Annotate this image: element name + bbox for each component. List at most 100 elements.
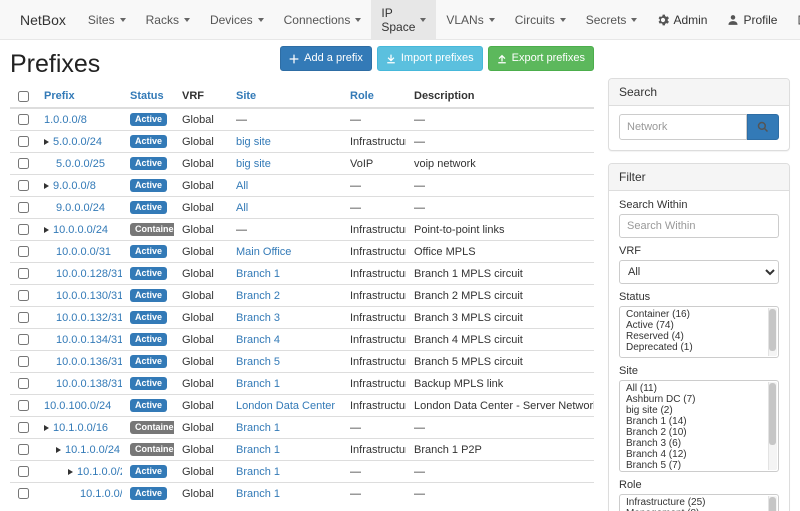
- prefix-link[interactable]: 10.0.0.0/31: [56, 246, 111, 258]
- row-checkbox[interactable]: [18, 158, 29, 169]
- nav-item-secrets[interactable]: Secrets: [576, 0, 648, 39]
- prefix-link[interactable]: 10.0.0.136/31: [56, 356, 122, 368]
- search-input[interactable]: [619, 114, 747, 140]
- nav-item-racks[interactable]: Racks: [136, 0, 200, 39]
- description-cell: Branch 1 MPLS circuit: [406, 263, 594, 285]
- filter-option[interactable]: Active (74): [620, 320, 767, 331]
- status-listbox[interactable]: Container (16)Active (74)Reserved (4)Dep…: [619, 306, 779, 358]
- row-checkbox[interactable]: [18, 268, 29, 279]
- role-listbox[interactable]: Infrastructure (25)Management (8)Private…: [619, 494, 779, 511]
- row-checkbox[interactable]: [18, 488, 29, 499]
- prefix-link[interactable]: 10.0.100.0/24: [44, 400, 111, 412]
- site-link[interactable]: Branch 2: [236, 290, 280, 302]
- vrf-select[interactable]: All: [619, 260, 779, 284]
- log-out-link[interactable]: Log out: [787, 0, 800, 39]
- filter-option[interactable]: Deprecated (1): [620, 342, 767, 353]
- filter-option[interactable]: COLO-1 (24): [620, 471, 767, 472]
- column-header-prefix[interactable]: Prefix: [36, 85, 122, 108]
- search-button[interactable]: [747, 114, 779, 140]
- site-link[interactable]: Main Office: [236, 246, 291, 258]
- filter-option[interactable]: Infrastructure (25): [620, 497, 767, 508]
- site-link[interactable]: Branch 5: [236, 356, 280, 368]
- site-link[interactable]: Branch 4: [236, 334, 280, 346]
- site-link[interactable]: big site: [236, 158, 271, 170]
- row-checkbox[interactable]: [18, 136, 29, 147]
- site-link[interactable]: All: [236, 180, 248, 192]
- prefix-link[interactable]: 10.1.0.0/24: [65, 444, 120, 456]
- prefix-link[interactable]: 10.0.0.138/31: [56, 378, 122, 390]
- prefix-link[interactable]: 9.0.0.0/24: [56, 202, 105, 214]
- prefix-link[interactable]: 5.0.0.0/24: [53, 136, 102, 148]
- site-link[interactable]: Branch 3: [236, 312, 280, 324]
- export-prefixes-button[interactable]: Export prefixes: [488, 46, 594, 71]
- site-link[interactable]: Branch 1: [236, 444, 280, 456]
- prefix-link[interactable]: 10.1.0.0/16: [53, 422, 108, 434]
- scrollbar-thumb[interactable]: [769, 309, 776, 351]
- site-link[interactable]: All: [236, 202, 248, 214]
- prefix-link[interactable]: 10.0.0.0/24: [53, 224, 108, 236]
- row-checkbox[interactable]: [18, 246, 29, 257]
- filter-option[interactable]: Branch 5 (7): [620, 460, 767, 471]
- row-checkbox[interactable]: [18, 356, 29, 367]
- row-checkbox[interactable]: [18, 224, 29, 235]
- row-checkbox[interactable]: [18, 466, 29, 477]
- scrollbar[interactable]: [768, 496, 777, 511]
- site-link[interactable]: big site: [236, 136, 271, 148]
- site-link[interactable]: Branch 1: [236, 268, 280, 280]
- scrollbar-thumb[interactable]: [769, 383, 776, 445]
- site-link[interactable]: London Data Center: [236, 400, 335, 412]
- filter-option[interactable]: big site (2): [620, 405, 767, 416]
- prefix-link[interactable]: 10.0.0.134/31: [56, 334, 122, 346]
- prefix-link[interactable]: 10.1.0.0/26: [80, 488, 122, 500]
- nav-item-connections[interactable]: Connections: [274, 0, 372, 39]
- filter-option[interactable]: Branch 3 (6): [620, 438, 767, 449]
- prefix-link[interactable]: 10.0.0.132/31: [56, 312, 122, 324]
- column-header-role[interactable]: Role: [342, 85, 406, 108]
- row-checkbox[interactable]: [18, 400, 29, 411]
- profile-link[interactable]: Profile: [717, 0, 787, 39]
- row-checkbox[interactable]: [18, 422, 29, 433]
- column-header-status[interactable]: Status: [122, 85, 174, 108]
- site-link[interactable]: Branch 1: [236, 488, 280, 500]
- filter-option[interactable]: Branch 2 (10): [620, 427, 767, 438]
- row-checkbox[interactable]: [18, 312, 29, 323]
- nav-item-circuits[interactable]: Circuits: [505, 0, 576, 39]
- search-within-input[interactable]: [619, 214, 779, 238]
- nav-item-sites[interactable]: Sites: [78, 0, 136, 39]
- row-checkbox[interactable]: [18, 202, 29, 213]
- filter-option[interactable]: Branch 1 (14): [620, 416, 767, 427]
- prefix-link[interactable]: 1.0.0.0/8: [44, 114, 87, 126]
- prefix-link[interactable]: 9.0.0.0/8: [53, 180, 96, 192]
- site-link[interactable]: Branch 1: [236, 378, 280, 390]
- brand[interactable]: NetBox: [8, 0, 78, 39]
- filter-option[interactable]: All (11): [620, 383, 767, 394]
- filter-option[interactable]: Container (16): [620, 309, 767, 320]
- row-checkbox[interactable]: [18, 444, 29, 455]
- nav-item-devices[interactable]: Devices: [200, 0, 274, 39]
- import-prefixes-button[interactable]: Import prefixes: [377, 46, 483, 71]
- site-listbox[interactable]: All (11)Ashburn DC (7)big site (2)Branch…: [619, 380, 779, 472]
- filter-option[interactable]: Ashburn DC (7): [620, 394, 767, 405]
- column-header-site[interactable]: Site: [228, 85, 342, 108]
- add-a-prefix-button[interactable]: Add a prefix: [280, 46, 372, 71]
- scrollbar-thumb[interactable]: [769, 497, 776, 511]
- row-checkbox[interactable]: [18, 114, 29, 125]
- prefix-link[interactable]: 10.0.0.130/31: [56, 290, 122, 302]
- prefix-link[interactable]: 5.0.0.0/25: [56, 158, 105, 170]
- filter-option[interactable]: Reserved (4): [620, 331, 767, 342]
- admin-link[interactable]: Admin: [647, 0, 717, 39]
- scrollbar[interactable]: [768, 308, 777, 356]
- row-checkbox[interactable]: [18, 180, 29, 191]
- row-checkbox[interactable]: [18, 378, 29, 389]
- prefix-link[interactable]: 10.1.0.0/25: [77, 466, 122, 478]
- prefix-link[interactable]: 10.0.0.128/31: [56, 268, 122, 280]
- row-checkbox[interactable]: [18, 334, 29, 345]
- nav-item-ip-space[interactable]: IP Space: [371, 0, 436, 39]
- filter-option[interactable]: Branch 4 (12): [620, 449, 767, 460]
- nav-item-vlans[interactable]: VLANs: [436, 0, 504, 39]
- site-link[interactable]: Branch 1: [236, 422, 280, 434]
- scrollbar[interactable]: [768, 382, 777, 470]
- select-all-checkbox[interactable]: [18, 91, 29, 102]
- site-link[interactable]: Branch 1: [236, 466, 280, 478]
- row-checkbox[interactable]: [18, 290, 29, 301]
